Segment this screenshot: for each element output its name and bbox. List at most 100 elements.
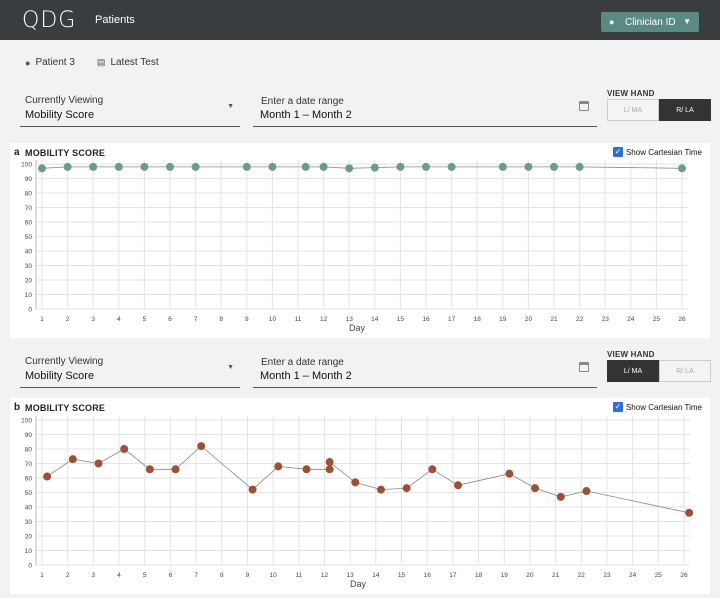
x-tick-label: 11 bbox=[295, 572, 302, 579]
y-tick-label: 30 bbox=[25, 519, 33, 526]
data-point bbox=[242, 162, 251, 171]
data-point bbox=[678, 164, 686, 173]
dropdown-arrow-icon: ▼ bbox=[227, 364, 234, 371]
data-point bbox=[454, 481, 463, 490]
app-logo[interactable]: QDG bbox=[22, 8, 76, 33]
x-axis-label: Day bbox=[349, 323, 366, 333]
data-point bbox=[325, 458, 334, 467]
server-icon: ▤ bbox=[96, 57, 106, 67]
x-tick-label: 21 bbox=[552, 572, 560, 579]
series-line bbox=[41, 166, 683, 169]
clinician-id-label: Clinician ID bbox=[625, 16, 676, 28]
y-tick-label: 50 bbox=[25, 490, 33, 497]
hand-left-button[interactable]: L/ MA bbox=[607, 360, 659, 382]
y-tick-label: 20 bbox=[25, 534, 33, 541]
y-tick-label: 90 bbox=[25, 432, 33, 439]
x-tick-label: 12 bbox=[320, 316, 328, 323]
data-point bbox=[68, 455, 77, 464]
data-point bbox=[197, 442, 206, 451]
y-tick-label: 90 bbox=[25, 176, 33, 183]
x-axis-label: Day bbox=[350, 579, 367, 589]
latest-test-tab[interactable]: ▤ Latest Test bbox=[97, 57, 159, 68]
user-icon: ● bbox=[609, 17, 615, 27]
x-tick-label: 10 bbox=[270, 572, 278, 579]
x-tick-label: 4 bbox=[117, 572, 121, 579]
latest-test-label: Latest Test bbox=[110, 57, 159, 68]
x-tick-label: 20 bbox=[525, 316, 533, 323]
x-tick-label: 10 bbox=[269, 316, 277, 323]
x-tick-label: 1 bbox=[40, 572, 44, 579]
sub-navigation: ● Patient 3 ▤ Latest Test bbox=[25, 57, 181, 68]
x-tick-label: 23 bbox=[602, 316, 610, 323]
data-point bbox=[63, 162, 72, 171]
viewing-select-label: Currently Viewing bbox=[25, 95, 104, 106]
x-tick-label: 8 bbox=[219, 316, 223, 323]
date-range-input[interactable]: Enter a date range Month 1 – Month 2 bbox=[253, 95, 597, 127]
viewing-select[interactable]: Currently Viewing Mobility Score ▼ bbox=[20, 356, 240, 388]
data-point bbox=[140, 162, 149, 171]
data-point bbox=[248, 485, 257, 494]
date-range-input[interactable]: Enter a date range Month 1 – Month 2 bbox=[253, 356, 597, 388]
hand-right-button[interactable]: R/ LA bbox=[659, 99, 711, 121]
nav-patients-link[interactable]: Patients bbox=[95, 14, 135, 26]
hand-left-button[interactable]: L/ MA bbox=[607, 99, 659, 121]
clinician-id-button[interactable]: ● Clinician ID ▼ bbox=[601, 12, 699, 32]
patient-tab[interactable]: ● Patient 3 bbox=[25, 57, 75, 68]
x-tick-label: 16 bbox=[422, 316, 430, 323]
calendar-icon[interactable] bbox=[579, 101, 589, 111]
data-point bbox=[301, 162, 310, 171]
x-tick-label: 7 bbox=[194, 316, 198, 323]
data-point bbox=[94, 459, 103, 468]
x-tick-label: 19 bbox=[501, 572, 509, 579]
data-point bbox=[498, 162, 507, 171]
view-hand-title: VIEW HAND bbox=[607, 89, 655, 98]
x-tick-label: 11 bbox=[295, 316, 302, 323]
data-point bbox=[685, 508, 694, 517]
y-tick-label: 10 bbox=[25, 292, 33, 299]
date-range-label: Enter a date range bbox=[261, 357, 344, 368]
y-tick-label: 0 bbox=[28, 307, 32, 314]
data-point bbox=[191, 162, 200, 171]
x-tick-label: 15 bbox=[397, 316, 405, 323]
data-point bbox=[89, 162, 98, 171]
viewing-select[interactable]: Currently Viewing Mobility Score ▼ bbox=[20, 95, 240, 127]
y-tick-label: 100 bbox=[21, 162, 32, 169]
view-hand-title: VIEW HAND bbox=[607, 350, 655, 359]
x-tick-label: 12 bbox=[321, 572, 329, 579]
x-tick-label: 22 bbox=[578, 572, 586, 579]
view-hand-toggle: VIEW HAND L/ MA R/ LA bbox=[606, 350, 716, 396]
data-point bbox=[370, 163, 379, 172]
y-tick-label: 40 bbox=[25, 249, 33, 256]
hand-right-button[interactable]: R/ LA bbox=[659, 360, 711, 382]
x-tick-label: 3 bbox=[91, 316, 95, 323]
y-tick-label: 80 bbox=[25, 447, 33, 454]
data-point bbox=[325, 465, 334, 474]
x-tick-label: 8 bbox=[220, 572, 224, 579]
date-range-value: Month 1 – Month 2 bbox=[260, 370, 352, 382]
calendar-icon[interactable] bbox=[579, 362, 589, 372]
y-tick-label: 60 bbox=[25, 220, 33, 227]
data-point bbox=[376, 485, 385, 494]
x-tick-label: 13 bbox=[346, 316, 354, 323]
x-tick-label: 14 bbox=[372, 572, 380, 579]
top-bar: QDG Patients ● Clinician ID ▼ bbox=[0, 0, 720, 40]
x-tick-label: 15 bbox=[398, 572, 406, 579]
data-point bbox=[582, 487, 591, 496]
data-point bbox=[145, 465, 154, 474]
data-point bbox=[171, 465, 180, 474]
data-point bbox=[550, 162, 558, 171]
data-point bbox=[505, 469, 514, 478]
data-point bbox=[531, 484, 540, 493]
x-tick-label: 19 bbox=[499, 316, 507, 323]
caret-down-icon: ▼ bbox=[683, 17, 691, 26]
x-tick-label: 22 bbox=[576, 316, 584, 323]
y-tick-label: 30 bbox=[25, 263, 33, 270]
data-point bbox=[396, 162, 405, 171]
y-tick-label: 70 bbox=[25, 461, 33, 468]
x-tick-label: 14 bbox=[371, 316, 379, 323]
y-tick-label: 0 bbox=[28, 563, 32, 570]
series-line bbox=[46, 445, 690, 514]
data-point bbox=[302, 465, 311, 474]
data-point bbox=[43, 472, 52, 481]
x-tick-label: 6 bbox=[168, 316, 172, 323]
